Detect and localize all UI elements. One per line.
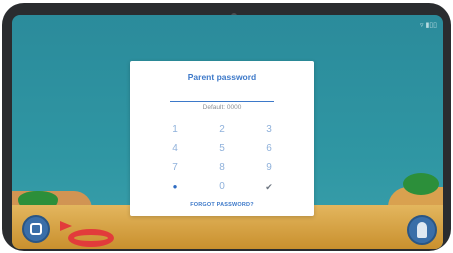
forgot-password-link[interactable]: FORGOT PASSWORD? <box>130 202 314 208</box>
swim-ring-decoration <box>68 229 114 247</box>
key-4[interactable]: 4 <box>160 142 190 156</box>
confirm-check-icon[interactable]: ✔ <box>254 180 284 194</box>
parent-password-dialog: Parent password Default: 0000 1 2 3 4 5 … <box>130 61 314 216</box>
key-3[interactable]: 3 <box>254 123 284 137</box>
parent-button[interactable] <box>407 215 437 245</box>
key-0[interactable]: 0 <box>207 180 237 194</box>
show-password-icon[interactable]: ● <box>160 180 190 194</box>
app-screen: ▿ ▮▯▯ Parent password Default: 0000 1 2 <box>12 15 443 249</box>
key-5[interactable]: 5 <box>207 142 237 156</box>
dialog-title: Parent password <box>187 72 257 82</box>
key-6[interactable]: 6 <box>254 142 284 156</box>
status-icons: ▿ ▮▯▯ <box>419 22 437 29</box>
device-bezel: ▿ ▮▯▯ Parent password Default: 0000 1 2 <box>2 3 451 251</box>
key-1[interactable]: 1 <box>160 123 190 137</box>
exit-icon <box>30 223 42 235</box>
exit-button[interactable] <box>22 215 50 243</box>
status-bar: ▿ ▮▯▯ <box>420 21 437 31</box>
parent-icon <box>417 222 427 238</box>
palm-right <box>403 173 439 195</box>
key-2[interactable]: 2 <box>207 123 237 137</box>
key-7[interactable]: 7 <box>160 161 190 175</box>
password-input-line[interactable] <box>170 101 274 102</box>
default-hint: Default: 0000 <box>202 104 242 111</box>
key-9[interactable]: 9 <box>254 161 284 175</box>
tablet-frame: ▿ ▮▯▯ Parent password Default: 0000 1 2 <box>0 0 453 253</box>
key-8[interactable]: 8 <box>207 161 237 175</box>
